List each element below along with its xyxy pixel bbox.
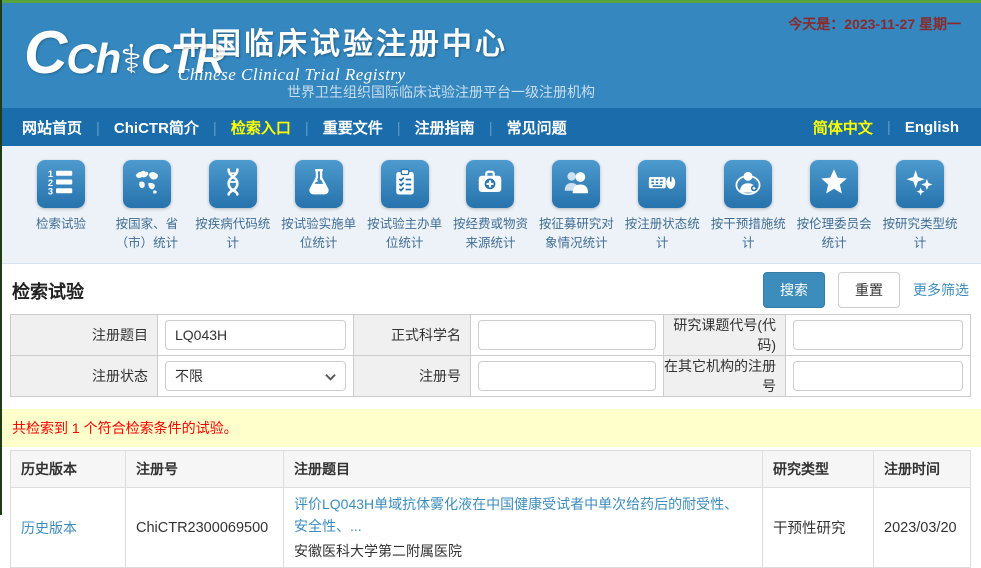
other-registry-number-label: 在其它机构的注册号 xyxy=(664,356,786,397)
column-registration-number: 注册号 xyxy=(126,451,284,488)
table-row: 历史版本 ChiCTR2300069500 评价LQ043H单域抗体雾化液在中国… xyxy=(11,488,971,568)
statistics-toolbar: 123 检索试验 按国家、省（市）统计 按疾病代码统计 按试验实施单位统计 按试… xyxy=(0,146,981,264)
tool-stats-by-disease-code[interactable]: 按疾病代码统计 xyxy=(190,160,276,253)
logo-text-part1: Ch xyxy=(66,35,120,82)
tool-stats-by-recruitment-status[interactable]: 按征募研究对象情况统计 xyxy=(533,160,619,253)
scientific-name-label: 正式科学名 xyxy=(354,315,471,356)
nav-item-search-entry[interactable]: 检索入口 xyxy=(199,117,291,138)
window-left-edge xyxy=(0,0,2,515)
logo-letter-c: C xyxy=(24,19,66,86)
site-title-zh: 中国临床试验注册中心 xyxy=(178,19,508,63)
people-icon xyxy=(561,167,591,202)
registration-status-select[interactable]: 不限 xyxy=(165,361,346,391)
scientific-name-input[interactable] xyxy=(478,320,656,350)
nav-item-about[interactable]: ChiCTR简介 xyxy=(82,117,199,138)
tool-search-trials[interactable]: 123 检索试验 xyxy=(18,160,104,253)
search-form: 注册题目 正式科学名 研究课题代号(代码) 注册状态 不限 注册号 在其它机构的… xyxy=(10,314,971,397)
main-nav: 网站首页 ChiCTR简介 检索入口 重要文件 注册指南 常见问题 简体中文 |… xyxy=(0,108,981,146)
svg-text:3: 3 xyxy=(48,186,53,196)
flask-icon xyxy=(304,167,334,202)
tool-stats-by-study-type[interactable]: 按研究类型统计 xyxy=(877,160,963,253)
form-row-1: 注册题目 正式科学名 研究课题代号(代码) xyxy=(11,315,971,356)
trial-title-link[interactable]: 评价LQ043H单域抗体雾化液在中国健康受试者中单次给药后的耐受性、安全性、..… xyxy=(294,496,738,534)
registration-date-cell: 2023/03/20 xyxy=(874,488,971,568)
registered-title-label: 注册题目 xyxy=(11,315,158,356)
study-type-cell: 干预性研究 xyxy=(763,488,874,568)
doctor-icon xyxy=(733,167,763,202)
sparkles-icon xyxy=(905,167,935,202)
star-icon xyxy=(819,167,849,202)
form-row-2: 注册状态 不限 注册号 在其它机构的注册号 xyxy=(11,356,971,397)
numbered-list-icon: 123 xyxy=(46,167,76,202)
dna-icon xyxy=(218,167,248,202)
registered-title-input[interactable] xyxy=(165,320,346,350)
reset-button[interactable]: 重置 xyxy=(838,272,900,308)
registration-status-label: 注册状态 xyxy=(11,356,158,397)
search-button[interactable]: 搜索 xyxy=(763,272,825,308)
chevron-down-icon xyxy=(325,368,336,384)
nav-item-home[interactable]: 网站首页 xyxy=(22,117,82,138)
lang-simplified-chinese[interactable]: 简体中文 xyxy=(813,117,873,138)
language-switcher: 简体中文 | English xyxy=(813,117,959,138)
results-header-row: 历史版本 注册号 注册题目 研究类型 注册时间 xyxy=(11,451,971,488)
nav-item-registration-guide[interactable]: 注册指南 xyxy=(383,117,475,138)
world-map-icon xyxy=(132,167,162,202)
study-code-label: 研究课题代号(代码) xyxy=(664,315,786,356)
history-version-link[interactable]: 历史版本 xyxy=(21,520,77,536)
column-study-type: 研究类型 xyxy=(763,451,874,488)
tool-stats-by-registration-status[interactable]: 按注册状态统计 xyxy=(619,160,705,253)
nav-item-important-documents[interactable]: 重要文件 xyxy=(291,117,383,138)
result-count-message: 共检索到 1 个符合检索条件的试验。 xyxy=(0,409,981,447)
tool-stats-by-sponsor-unit[interactable]: 按试验主办单位统计 xyxy=(362,160,448,253)
lang-separator: | xyxy=(887,119,891,136)
tool-stats-by-ethics-committee[interactable]: 按伦理委员会统计 xyxy=(791,160,877,253)
lang-english[interactable]: English xyxy=(905,119,959,136)
nav-item-faq[interactable]: 常见问题 xyxy=(475,117,567,138)
search-actions: 搜索 重置 更多筛选 xyxy=(763,272,969,308)
search-section-header: 检索试验 搜索 重置 更多筛选 xyxy=(0,264,981,312)
medical-bag-icon xyxy=(475,167,505,202)
registration-number-input[interactable] xyxy=(478,361,656,391)
tool-stats-by-region[interactable]: 按国家、省（市）统计 xyxy=(104,160,190,253)
column-registered-title: 注册题目 xyxy=(284,451,763,488)
column-history-version: 历史版本 xyxy=(11,451,126,488)
caduceus-icon: ⚕ xyxy=(120,38,141,82)
clipboard-icon xyxy=(390,167,420,202)
nav-list: 网站首页 ChiCTR简介 检索入口 重要文件 注册指南 常见问题 xyxy=(22,117,567,138)
tool-stats-by-implementing-unit[interactable]: 按试验实施单位统计 xyxy=(276,160,362,253)
site-header: CCh⚕CTR 中国临床试验注册中心 Chinese Clinical Tria… xyxy=(0,0,981,108)
brand-block: 中国临床试验注册中心 Chinese Clinical Trial Regist… xyxy=(178,19,508,85)
more-filters-link[interactable]: 更多筛选 xyxy=(913,280,969,300)
tool-stats-by-intervention[interactable]: 按干预措施统计 xyxy=(705,160,791,253)
keyboard-mouse-icon xyxy=(647,167,677,202)
study-code-input[interactable] xyxy=(793,320,963,350)
registration-number-cell: ChiCTR2300069500 xyxy=(126,488,284,568)
institution-name: 安徽医科大学第二附属医院 xyxy=(294,541,752,561)
tool-stats-by-funding-source[interactable]: 按经费或物资来源统计 xyxy=(448,160,534,253)
results-table: 历史版本 注册号 注册题目 研究类型 注册时间 历史版本 ChiCTR23000… xyxy=(10,450,971,568)
who-platform-subtitle: 世界卫生组织国际临床试验注册平台一级注册机构 xyxy=(287,82,595,102)
other-registry-number-input[interactable] xyxy=(793,361,963,391)
registered-title-cell: 评价LQ043H单域抗体雾化液在中国健康受试者中单次给药后的耐受性、安全性、..… xyxy=(284,488,763,568)
column-registration-date: 注册时间 xyxy=(874,451,971,488)
current-date: 今天是：2023-11-27 星期一 xyxy=(788,14,961,34)
registration-number-label: 注册号 xyxy=(354,356,471,397)
